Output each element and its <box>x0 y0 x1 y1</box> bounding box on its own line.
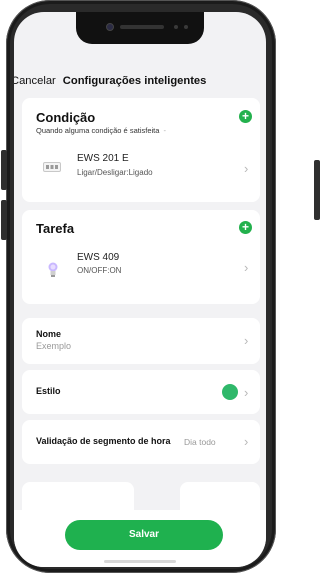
chevron-right-icon: › <box>244 434 249 449</box>
bulb-icon <box>48 262 58 277</box>
speaker-grille <box>120 25 164 29</box>
chevron-right-icon: › <box>244 260 249 275</box>
name-row[interactable]: Nome Exemplo › <box>22 318 260 364</box>
task-device-name: EWS 409 <box>77 252 120 263</box>
phone-notch <box>76 12 204 44</box>
task-title: Tarefa <box>36 221 75 236</box>
sensor-dot <box>184 25 188 29</box>
task-card: Tarefa + EWS 409 ON/OFF:ON › <box>22 210 260 304</box>
condition-card: Condição + Quando alguma condição é sati… <box>22 98 260 202</box>
condition-subtitle[interactable]: Quando alguma condição é satisfeita - <box>36 126 166 135</box>
name-label: Nome <box>36 329 62 339</box>
sensor-dot <box>174 25 178 29</box>
style-row[interactable]: Estilo › <box>22 370 260 414</box>
condition-device-name: EWS 201 E <box>77 153 129 164</box>
switch-device-icon <box>43 162 61 172</box>
condition-device-row[interactable]: EWS 201 E Ligar/Desligar:Ligado › <box>22 150 260 194</box>
app-screen: Cancelar Configurações inteligentes Cond… <box>14 12 266 567</box>
condition-subtitle-text: Quando alguma condição é satisfeita <box>36 126 160 135</box>
bottom-bar: Salvar <box>14 510 266 567</box>
power-button <box>314 160 320 220</box>
chevron-right-icon: › <box>244 161 249 176</box>
cancel-button[interactable]: Cancelar <box>14 75 56 87</box>
save-button[interactable]: Salvar <box>65 520 223 550</box>
volume-down-button <box>1 200 7 240</box>
time-validity-label: Validação de segmento de hora <box>36 436 171 446</box>
chevron-down-icon: - <box>163 126 167 135</box>
camera-icon <box>106 23 114 31</box>
add-condition-button[interactable]: + <box>239 110 252 123</box>
top-bar: Cancelar Configurações inteligentes <box>14 72 266 90</box>
task-device-row[interactable]: EWS 409 ON/OFF:ON › <box>22 250 260 294</box>
style-color-swatch[interactable] <box>222 384 238 400</box>
name-value: Exemplo <box>36 341 72 351</box>
task-device-state: ON/OFF:ON <box>77 266 122 275</box>
chevron-right-icon: › <box>244 385 249 400</box>
volume-up-button <box>1 150 7 190</box>
condition-title: Condição <box>36 110 96 125</box>
time-validity-value: Dia todo <box>184 437 216 447</box>
home-indicator <box>104 560 176 563</box>
condition-device-state: Ligar/Desligar:Ligado <box>77 168 153 177</box>
style-label: Estilo <box>36 386 61 396</box>
chevron-right-icon: › <box>244 333 249 348</box>
add-task-button[interactable]: + <box>239 221 252 234</box>
time-validity-row[interactable]: Validação de segmento de hora Dia todo › <box>22 420 260 464</box>
page-title: Configurações inteligentes <box>62 75 207 87</box>
